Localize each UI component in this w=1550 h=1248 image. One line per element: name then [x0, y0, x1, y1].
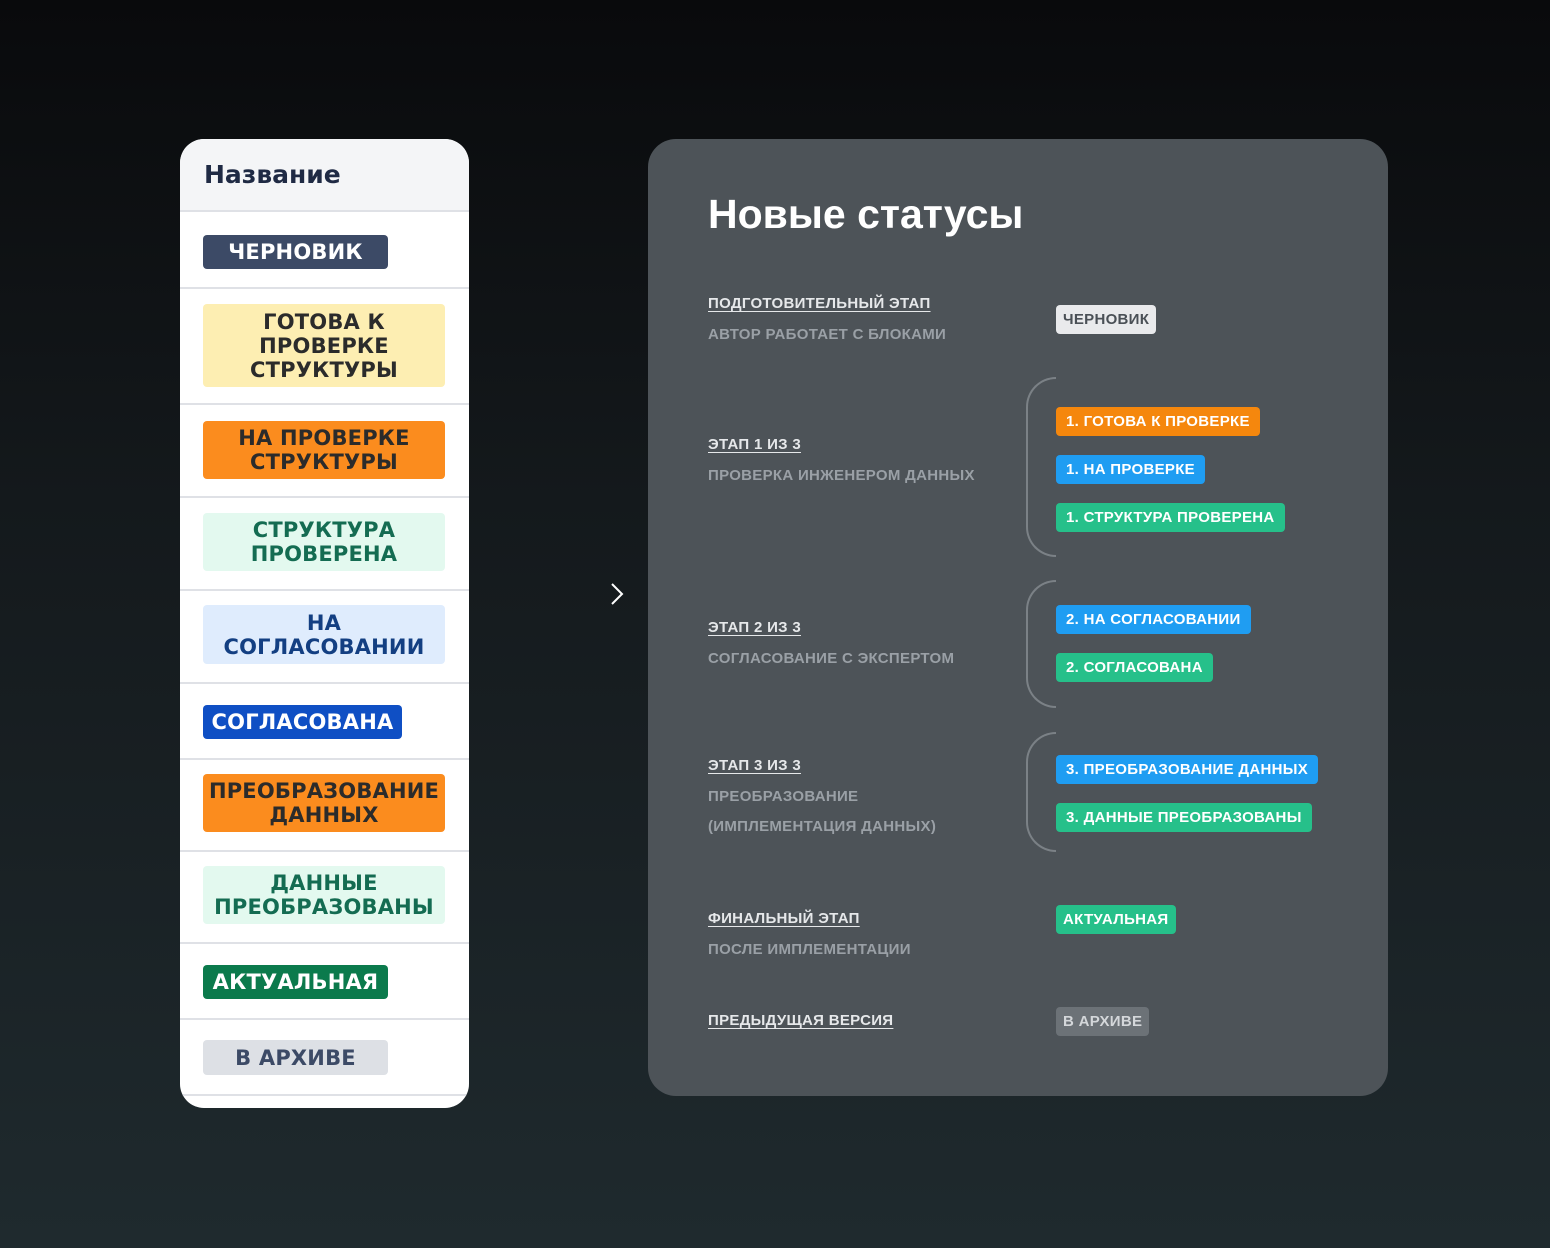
status-badge: В АРХИВЕ — [1056, 1007, 1150, 1036]
status-badge: Черновик — [203, 235, 388, 269]
stage-title: ПРЕДЫДУЩАЯ ВЕРСИЯ — [708, 1012, 894, 1029]
status-badge: 1. НА ПРОВЕРКЕ — [1056, 455, 1205, 484]
status-badge: 1. ГОТОВА К ПРОВЕРКЕ — [1056, 407, 1260, 436]
status-badge: 2. СОГЛАСОВАНА — [1056, 653, 1213, 682]
table-row: Данные преобразованы — [180, 852, 469, 944]
stage-title: ПОДГОТОВИТЕЛЬНЫЙ ЭТАП — [708, 295, 931, 312]
stage-description: СОГЛАСОВАНИЕ С ЭКСПЕРТОМ — [708, 650, 955, 667]
table-header: Название — [180, 139, 469, 212]
status-badge: Согласована — [203, 705, 402, 739]
panel-title: Новые статусы — [708, 191, 1024, 237]
old-status-table: Название Черновик Готова к проверке стру… — [180, 139, 469, 1108]
stage-title: ЭТАП 3 ИЗ 3 — [708, 757, 801, 774]
stage-description: ПОСЛЕ ИМПЛЕМЕНТАЦИИ — [708, 941, 911, 958]
stage-description: ПРОВЕРКА ИНЖЕНЕРОМ ДАННЫХ — [708, 467, 975, 484]
table-row: Структура проверена — [180, 498, 469, 591]
stage-bracket — [1026, 732, 1056, 852]
status-badge: Структура проверена — [203, 513, 445, 571]
table-row: Преобразование данных — [180, 760, 469, 852]
status-badge: ЧЕРНОВИК — [1056, 305, 1157, 334]
stage-description: ПРЕОБРАЗОВАНИЕ — [708, 788, 859, 805]
stage-bracket — [1026, 377, 1056, 557]
column-title: Название — [204, 160, 341, 189]
stage-title: ЭТАП 1 ИЗ 3 — [708, 436, 801, 453]
status-badge: Готова к проверке структуры — [203, 304, 445, 387]
stage-title: ФИНАЛЬНЫЙ ЭТАП — [708, 910, 860, 927]
table-row: Черновик — [180, 212, 469, 289]
status-badge: Данные преобразованы — [203, 866, 445, 924]
status-badge: 2. НА СОГЛАСОВАНИИ — [1056, 605, 1251, 634]
status-badge: 1. СТРУКТУРА ПРОВЕРЕНА — [1056, 503, 1285, 532]
status-badge: На согласовании — [203, 605, 445, 664]
status-badge: На проверке структуры — [203, 421, 445, 479]
stage-title: ЭТАП 2 ИЗ 3 — [708, 619, 801, 636]
table-row: Согласована — [180, 684, 469, 760]
status-badge: В архиве — [203, 1040, 388, 1075]
stage-description: (ИМПЛЕМЕНТАЦИЯ ДАННЫХ) — [708, 818, 937, 835]
table-row: Готова к проверке структуры — [180, 289, 469, 405]
stage-bracket — [1026, 580, 1056, 708]
status-badge: 3. ПРЕОБРАЗОВАНИЕ ДАННЫХ — [1056, 755, 1319, 784]
new-statuses-panel: Новые статусы ПОДГОТОВИТЕЛЬНЫЙ ЭТАП АВТО… — [648, 139, 1388, 1096]
table-row: В архиве — [180, 1020, 469, 1096]
arrow-right-icon — [469, 583, 624, 605]
table-row: На проверке структуры — [180, 405, 469, 498]
status-badge: 3. ДАННЫЕ ПРЕОБРАЗОВАНЫ — [1056, 803, 1312, 832]
table-row: Актуальная — [180, 944, 469, 1020]
stage-description: АВТОР РАБОТАЕТ С БЛОКАМИ — [708, 326, 947, 343]
status-badge: АКТУАЛЬНАЯ — [1056, 905, 1176, 934]
status-badge: Актуальная — [203, 965, 388, 999]
status-badge: Преобразование данных — [203, 774, 445, 832]
table-row: На согласовании — [180, 591, 469, 684]
